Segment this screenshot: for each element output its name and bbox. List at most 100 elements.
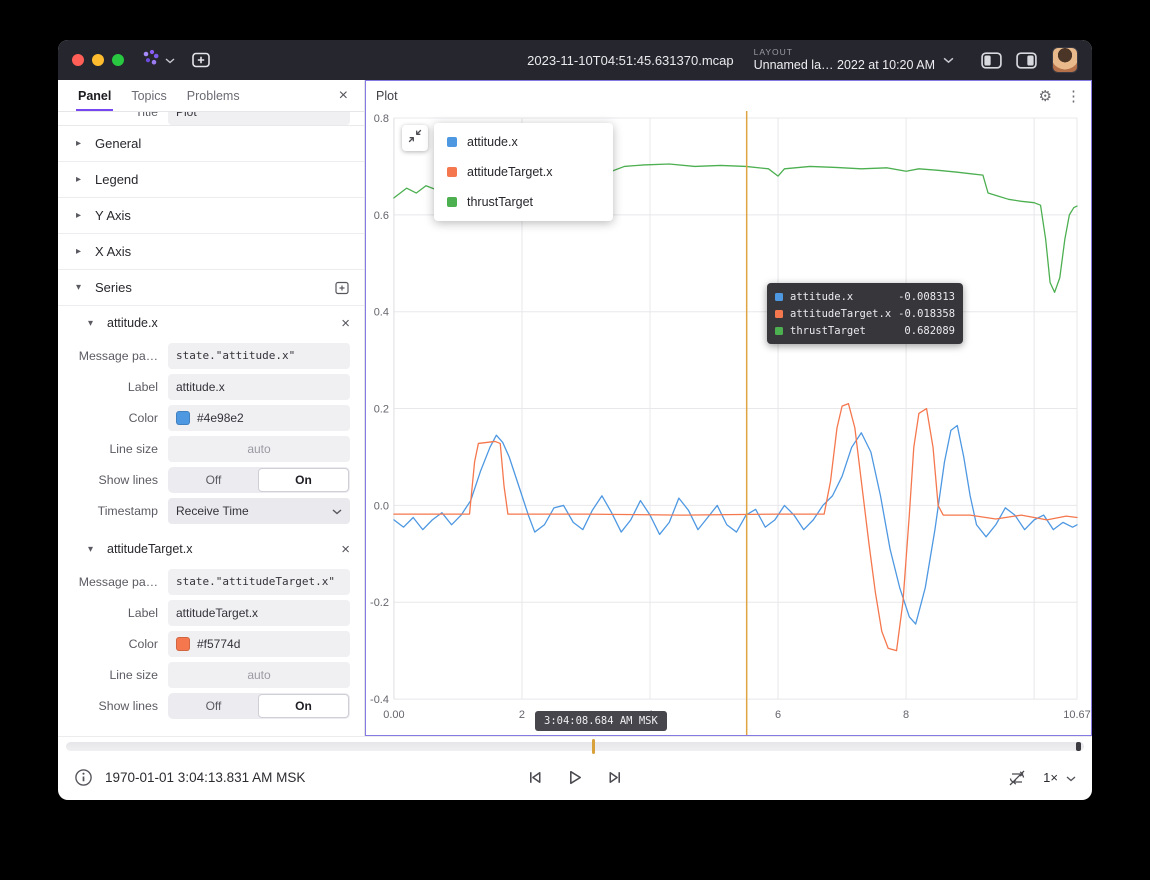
label-field-label: Label [58, 380, 168, 394]
svg-text:6: 6 [775, 709, 781, 721]
color-picker-field[interactable]: #f5774d [168, 631, 350, 657]
svg-text:0.2: 0.2 [374, 404, 389, 416]
timestamp-row: Timestamp Receive Time [58, 495, 364, 526]
legend-item-attitude-target-x[interactable]: attitudeTarget.x [434, 157, 613, 187]
user-avatar[interactable] [1052, 47, 1078, 73]
section-x-axis[interactable]: ▸ X Axis [58, 234, 364, 270]
loop-off-icon[interactable] [1007, 769, 1027, 787]
tab-problems-label: Problems [187, 89, 240, 103]
section-legend-label: Legend [95, 172, 138, 187]
show-lines-off-button[interactable]: Off [169, 694, 258, 718]
left-sidebar-toggle[interactable] [980, 51, 1003, 70]
section-series[interactable]: ▾ Series [58, 270, 364, 306]
series-name: attitude.x [107, 316, 158, 330]
panel-title-input[interactable]: Plot [168, 112, 350, 125]
show-lines-row: Show lines Off On [58, 464, 364, 495]
chevron-down-icon [165, 51, 175, 69]
color-hex-value: #4e98e2 [197, 411, 244, 425]
tooltip-label: attitude.x [790, 291, 891, 303]
svg-text:0.0: 0.0 [374, 500, 389, 512]
message-path-row: Message pa… state."attitude.x" [58, 340, 364, 371]
legend-label: thrustTarget [467, 195, 533, 209]
data-source-title: 2023-11-10T04:51:45.631370.mcap [527, 53, 733, 68]
layout-menu-button[interactable]: LAYOUT Unnamed la… 2022 at 10:20 AM [754, 48, 954, 72]
timestamp-select[interactable]: Receive Time [168, 498, 350, 524]
tab-topics-label: Topics [131, 89, 166, 103]
title-field-label: Title [58, 112, 168, 119]
line-size-row: Line size auto [58, 433, 364, 464]
seek-forward-button[interactable] [606, 768, 625, 787]
line-size-input[interactable]: auto [168, 436, 350, 462]
section-legend[interactable]: ▸ Legend [58, 162, 364, 198]
color-swatch [176, 411, 190, 425]
series-header-attitude-target-x[interactable]: ▾ attitudeTarget.x × [58, 532, 364, 566]
section-general[interactable]: ▸ General [58, 126, 364, 162]
color-swatch [176, 637, 190, 651]
add-panel-button[interactable] [189, 49, 213, 71]
section-y-axis[interactable]: ▸ Y Axis [58, 198, 364, 234]
legend-item-thrust-target[interactable]: thrustTarget [434, 187, 613, 217]
section-x-axis-label: X Axis [95, 244, 131, 259]
label-row: Label attitudeTarget.x [58, 597, 364, 628]
close-sidebar-button[interactable]: × [333, 87, 354, 105]
series-name: attitudeTarget.x [107, 542, 192, 556]
close-window-button[interactable] [72, 54, 84, 66]
app-window: 2023-11-10T04:51:45.631370.mcap LAYOUT U… [58, 40, 1092, 800]
chevron-right-icon: ▸ [76, 138, 86, 149]
legend-swatch [447, 137, 457, 147]
panel-menu-kebab-icon[interactable]: ⋮ [1066, 87, 1081, 105]
tooltip-label: attitudeTarget.x [790, 308, 891, 320]
panel-settings-list: Title Plot ▸ General ▸ Legend ▸ Y [58, 112, 364, 736]
color-picker-field[interactable]: #4e98e2 [168, 405, 350, 431]
app-menu-button[interactable] [140, 48, 175, 73]
series-label-input[interactable]: attitude.x [168, 374, 350, 400]
titlebar: 2023-11-10T04:51:45.631370.mcap LAYOUT U… [58, 40, 1092, 80]
series-label-input[interactable]: attitudeTarget.x [168, 600, 350, 626]
delete-series-button[interactable]: × [341, 315, 350, 332]
playback-scrubber[interactable] [66, 742, 1084, 751]
minimize-window-button[interactable] [92, 54, 104, 66]
add-series-icon[interactable] [334, 280, 350, 296]
show-lines-on-button[interactable]: On [258, 468, 349, 492]
collapse-legend-button[interactable] [402, 125, 428, 151]
right-sidebar-toggle[interactable] [1015, 51, 1038, 70]
svg-text:0.8: 0.8 [374, 113, 389, 125]
seek-backward-button[interactable] [526, 768, 545, 787]
show-lines-off-button[interactable]: Off [169, 468, 258, 492]
panel-settings-gear-icon[interactable]: ⚙ [1039, 87, 1052, 105]
svg-text:0.00: 0.00 [383, 709, 404, 721]
message-path-row: Message pa… state."attitudeTarget.x" [58, 566, 364, 597]
current-timestamp: 1970-01-01 3:04:13.831 AM MSK [105, 770, 305, 785]
sidebar-tabbar: Panel Topics Problems × [58, 80, 364, 112]
chevron-down-icon [1066, 770, 1076, 785]
tooltip-row: attitudeTarget.x -0.018358 [775, 305, 955, 322]
message-path-input[interactable]: state."attitudeTarget.x" [168, 569, 350, 595]
tab-problems[interactable]: Problems [177, 80, 250, 111]
line-size-input[interactable]: auto [168, 662, 350, 688]
message-path-input[interactable]: state."attitude.x" [168, 343, 350, 369]
color-field-label: Color [58, 637, 168, 651]
tab-panel[interactable]: Panel [68, 80, 121, 111]
traffic-lights [72, 54, 124, 66]
chevron-down-icon: ▾ [88, 318, 98, 329]
chevron-down-icon: ▾ [88, 544, 98, 555]
play-button[interactable] [565, 767, 586, 788]
clipped-title-row: Title Plot [58, 112, 364, 126]
show-lines-on-button[interactable]: On [258, 694, 349, 718]
layout-name: Unnamed la… 2022 at 10:20 AM [754, 58, 935, 72]
tooltip-label: thrustTarget [790, 325, 897, 337]
playback-speed-select[interactable]: 1× [1043, 770, 1076, 785]
playback-scrubber-handle[interactable] [592, 739, 595, 754]
tooltip-value: -0.018358 [898, 308, 955, 320]
legend-item-attitude-x[interactable]: attitude.x [434, 127, 613, 157]
series-header-attitude-x[interactable]: ▾ attitude.x × [58, 306, 364, 340]
zoom-window-button[interactable] [112, 54, 124, 66]
delete-series-button[interactable]: × [341, 541, 350, 558]
playback-info-icon[interactable] [74, 768, 93, 787]
show-lines-row: Show lines Off On [58, 690, 364, 721]
tooltip-swatch [775, 293, 783, 301]
chevron-down-icon [943, 51, 954, 69]
sidebar-toggles [980, 51, 1038, 70]
tab-topics[interactable]: Topics [121, 80, 176, 111]
playback-speed-value: 1× [1043, 770, 1058, 785]
